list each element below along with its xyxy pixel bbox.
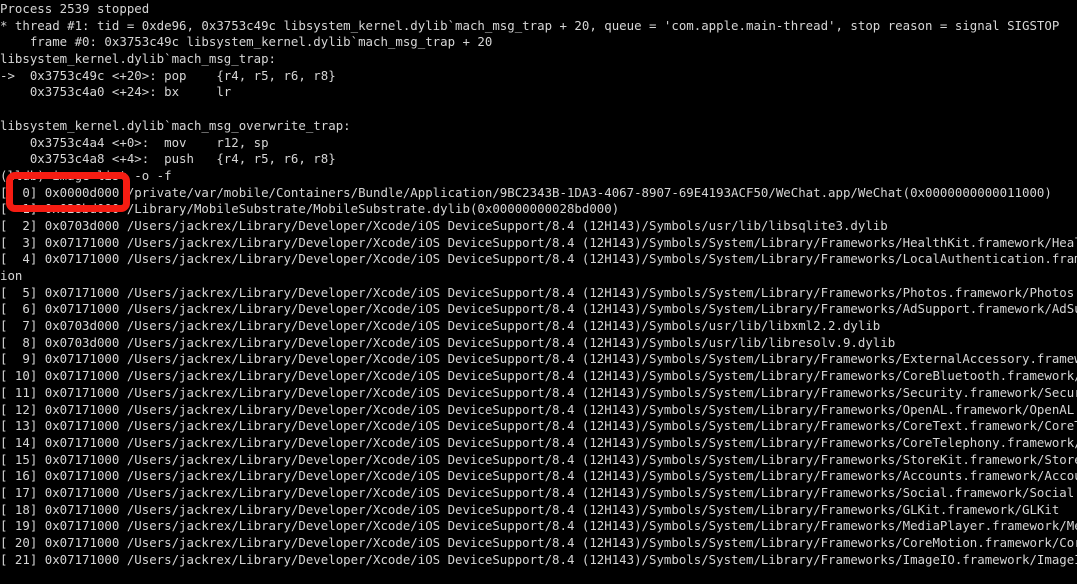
terminal-line: [ 8] 0x0703d000 /Users/jackrex/Library/D… <box>0 334 896 350</box>
terminal-line: Process 2539 stopped <box>0 1 150 16</box>
terminal-line: -> 0x3753c49c <+20>: pop {r4, r5, r6, r8… <box>0 67 336 83</box>
terminal-line: 0x3753c4a8 <+4>: push {r4, r5, r6, r8} <box>0 151 336 167</box>
terminal-line: frame #0: 0x3753c49c libsystem_kernel.dy… <box>0 34 493 50</box>
terminal-output[interactable]: Process 2539 stopped * thread #1: tid = 0… <box>0 1 1077 568</box>
terminal-line: [ 3] 0x07171000 /Users/jackrex/Library/D… <box>0 234 1077 250</box>
lldb-terminal-window[interactable]: Process 2539 stopped * thread #1: tid = 0… <box>0 0 1077 584</box>
terminal-line: [ 0] 0x0000d000 /private/var/mobile/Cont… <box>0 184 1052 200</box>
terminal-line: [ 7] 0x0703d000 /Users/jackrex/Library/D… <box>0 318 881 334</box>
terminal-line: ion <box>0 268 23 283</box>
terminal-line: * thread #1: tid = 0xde96, 0x3753c49c li… <box>0 17 1060 33</box>
terminal-line: [ 11] 0x07171000 /Users/jackrex/Library/… <box>0 384 1077 400</box>
terminal-line: [ 21] 0x07171000 /Users/jackrex/Library/… <box>0 551 1077 567</box>
terminal-line: [ 4] 0x07171000 /Users/jackrex/Library/D… <box>0 251 1077 267</box>
terminal-line: [ 9] 0x07171000 /Users/jackrex/Library/D… <box>0 351 1077 367</box>
terminal-line: libsystem_kernel.dylib`mach_msg_overwrit… <box>0 117 351 133</box>
terminal-line: [ 6] 0x07171000 /Users/jackrex/Library/D… <box>0 301 1077 317</box>
terminal-line: [ 13] 0x07171000 /Users/jackrex/Library/… <box>0 418 1077 434</box>
terminal-line: [ 12] 0x07171000 /Users/jackrex/Library/… <box>0 401 1075 417</box>
terminal-line: [ 2] 0x0703d000 /Users/jackrex/Library/D… <box>0 217 888 233</box>
terminal-line: [ 16] 0x07171000 /Users/jackrex/Library/… <box>0 468 1077 484</box>
terminal-line: [ 19] 0x07171000 /Users/jackrex/Library/… <box>0 518 1077 534</box>
terminal-line: [ 1] 0x028bd000 /Library/MobileSubstrate… <box>0 201 620 217</box>
terminal-line: (lldb) image list -o -f <box>0 167 172 183</box>
terminal-line: libsystem_kernel.dylib`mach_msg_trap: <box>0 51 277 67</box>
terminal-line: 0x3753c4a0 <+24>: bx lr <box>0 84 232 100</box>
terminal-line: [ 5] 0x07171000 /Users/jackrex/Library/D… <box>0 284 1075 300</box>
terminal-line: [ 17] 0x07171000 /Users/jackrex/Library/… <box>0 484 1075 500</box>
terminal-line: 0x3753c4a4 <+0>: mov r12, sp <box>0 134 269 150</box>
terminal-line: [ 15] 0x07171000 /Users/jackrex/Library/… <box>0 451 1077 467</box>
terminal-line: [ 10] 0x07171000 /Users/jackrex/Library/… <box>0 368 1077 384</box>
terminal-line: [ 18] 0x07171000 /Users/jackrex/Library/… <box>0 501 1060 517</box>
terminal-line: [ 14] 0x07171000 /Users/jackrex/Library/… <box>0 434 1077 450</box>
terminal-line: [ 20] 0x07171000 /Users/jackrex/Library/… <box>0 535 1077 550</box>
